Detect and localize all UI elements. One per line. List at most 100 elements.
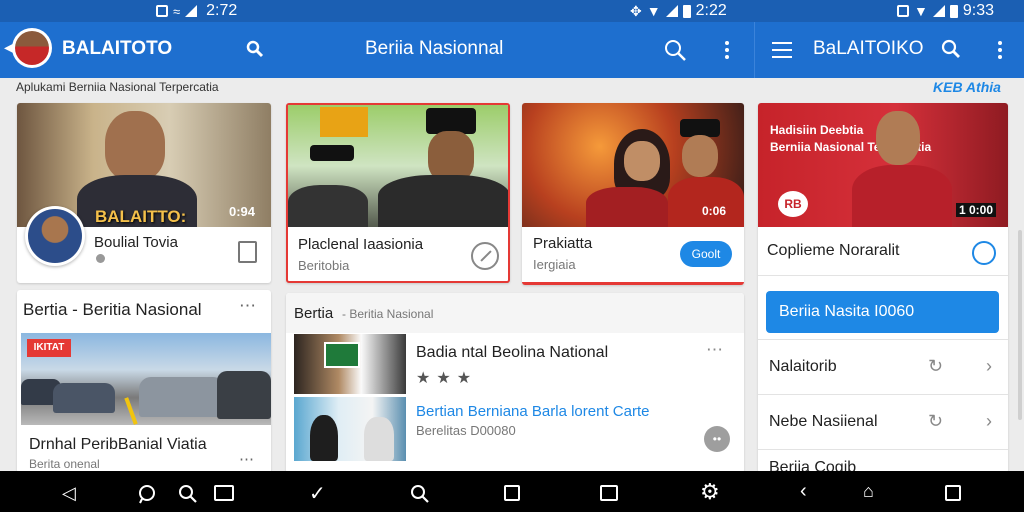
settings-gear-icon[interactable]: ⚙	[700, 479, 720, 505]
brand-mark: KEB Athia	[933, 79, 1001, 95]
video-time-badge: 1 0:00	[956, 203, 997, 217]
more-menu-icon[interactable]	[998, 41, 1002, 62]
pane-divider	[754, 22, 755, 78]
right-list-item[interactable]: Nebe Nasiienal ↻ ›	[758, 395, 1008, 449]
list-item-image	[294, 334, 406, 394]
search-icon[interactable]	[178, 484, 200, 504]
car	[139, 377, 225, 417]
section-left-caption-sub: Berita onenal	[29, 457, 100, 471]
status-bar: ≈ 2:72 ✥ ▼ 2:22 ▼ 9:33	[0, 0, 1024, 22]
section-left-caption: Drnhal PeribBanial Viatia	[29, 436, 207, 453]
wifi-icon: ≈	[173, 3, 181, 19]
goolt-button[interactable]: Goolt	[680, 241, 732, 267]
messenger-icon[interactable]	[972, 241, 996, 265]
hero-card[interactable]: BALAITTO: 0:94 Boulial Tovia	[17, 103, 271, 283]
news-card-prakiatta[interactable]: 0:06 Prakiatta Iergiaia Goolt	[522, 103, 744, 285]
hero-logo-text: BALAITTO:	[95, 207, 187, 226]
news-card-politics[interactable]: Placlenal Iaasionia Beritobia	[286, 103, 510, 283]
prakiatta-sub: Iergiaia	[533, 257, 576, 272]
person-body	[378, 175, 508, 227]
right-panel: Hadisiin Deebtia Berniia Nasional Terper…	[758, 103, 1008, 473]
chat-icon[interactable]	[137, 484, 157, 504]
prakiatta-image: 0:06	[522, 103, 744, 227]
section-left: Bertia - Beritia Nasional ⋯ IKITAT Drnha…	[17, 290, 271, 473]
person-body	[668, 177, 744, 227]
right-row1-label: Coplieme Noraralit	[767, 242, 900, 259]
video-text-1: Hadisiin Deebtia	[770, 123, 864, 137]
search-icon[interactable]	[410, 484, 430, 504]
hamburger-menu-icon[interactable]	[772, 42, 792, 58]
politics-sub: Beritobia	[298, 258, 350, 273]
notification-icon	[897, 5, 909, 17]
status-time-right: 9:33	[962, 2, 994, 19]
wifi-icon: ▼	[646, 3, 661, 19]
list-item-image	[294, 397, 406, 461]
right-list-label: Nebe Nasiienal	[769, 413, 878, 430]
location-icon: ✥	[630, 2, 642, 19]
app-title-right: BaLAITOIKO	[813, 38, 924, 59]
location-pin-icon	[96, 254, 105, 263]
list-item-sub: Berelitas D00080	[416, 423, 516, 438]
prakiatta-title: Prakiatta	[533, 235, 593, 252]
more-horiz-icon[interactable]: ⋯	[239, 450, 254, 468]
section-middle-subtitle: - Beritia Nasional	[342, 307, 434, 321]
app-subtitle: Aplukami Berniia Nasional Terpercatia	[16, 80, 219, 94]
person-head	[876, 111, 920, 165]
avatar[interactable]	[12, 28, 52, 68]
list-item-title: Badia ntal Beolina National	[416, 344, 609, 361]
politics-image	[288, 105, 508, 227]
street-image[interactable]: IKITAT	[21, 333, 271, 425]
cta-button[interactable]: Beriia Nasita I0060	[766, 291, 999, 333]
person-body	[288, 185, 368, 227]
road-line	[124, 397, 138, 425]
nav-bar: ◁ ✓ ⚙ ‹ ⌂	[0, 471, 1024, 512]
signal-icon	[665, 5, 678, 17]
image-badge: IKITAT	[27, 339, 71, 357]
share-icon[interactable]	[471, 242, 499, 270]
channel-logo: RB	[778, 191, 808, 217]
home-icon[interactable]: ⌂	[863, 481, 874, 502]
section-middle: Bertia - Beritia Nasional Badia ntal Beo…	[286, 293, 744, 473]
square-icon[interactable]	[945, 485, 961, 501]
recent-apps-icon[interactable]	[600, 485, 618, 501]
more-circle-icon[interactable]: ••	[704, 426, 730, 452]
search-icon[interactable]	[941, 39, 961, 59]
chevron-right-icon: ›	[986, 356, 992, 376]
recent-apps-icon[interactable]	[214, 485, 234, 501]
wifi-icon: ▼	[914, 3, 928, 19]
section-middle-header: Bertia - Beritia Nasional	[286, 293, 744, 333]
hijab	[310, 415, 338, 461]
right-list-item[interactable]: Nalaitorib ↻ ›	[758, 340, 1008, 394]
search-icon[interactable]	[246, 40, 264, 58]
person-body	[586, 187, 668, 227]
rating-stars-icon: ★★★	[416, 370, 478, 387]
bookmark-icon[interactable]	[238, 241, 257, 263]
list-item[interactable]: Bertian Berniana Barla lorent Carte Bere…	[286, 397, 744, 461]
list-item[interactable]: Badia ntal Beolina National ★★★ ⋯	[286, 334, 744, 396]
politics-title: Placlenal Iaasionia	[298, 236, 424, 253]
back-icon[interactable]: ◁	[62, 483, 76, 504]
status-left: ≈ 2:72	[156, 2, 237, 20]
sign-board	[324, 342, 360, 368]
person-head	[105, 111, 165, 181]
notification-icon	[156, 5, 168, 17]
app-title-left: BALAITOTO	[62, 38, 173, 59]
right-list-item[interactable]: Beriia Cogib	[758, 450, 1008, 473]
battery-icon	[949, 4, 958, 18]
status-time-mid: 2:22	[695, 2, 727, 19]
flag	[320, 107, 368, 137]
status-mid: ✥ ▼ 2:22	[630, 2, 727, 20]
link-icon: ↻	[928, 411, 944, 431]
peci-hat	[310, 145, 354, 161]
scrollbar[interactable]	[1018, 230, 1022, 420]
divider	[758, 275, 1008, 276]
more-menu-icon[interactable]	[725, 41, 729, 62]
search-icon[interactable]	[663, 38, 687, 62]
square-icon[interactable]	[504, 485, 520, 501]
right-video-image[interactable]: Hadisiin Deebtia Berniia Nasional Terper…	[758, 103, 1008, 227]
reporter-avatar[interactable]	[25, 206, 85, 266]
more-horiz-icon[interactable]: ⋯	[706, 340, 723, 360]
more-horiz-icon[interactable]: ⋯	[239, 296, 256, 316]
check-icon[interactable]: ✓	[309, 481, 326, 506]
back-icon[interactable]: ‹	[800, 480, 807, 503]
